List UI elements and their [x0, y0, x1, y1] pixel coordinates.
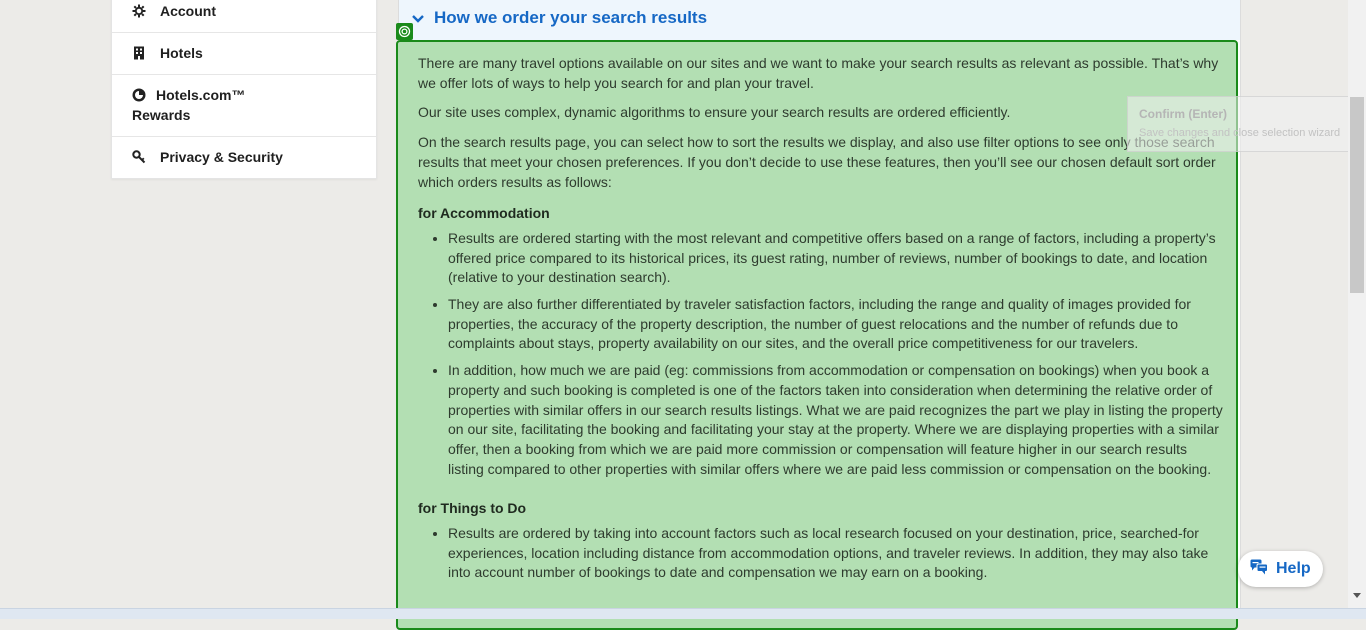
building-icon — [132, 46, 146, 60]
browser-bottom-strip — [0, 608, 1366, 619]
scroll-down-icon[interactable] — [1352, 591, 1362, 601]
sidebar-item-label: Account — [160, 3, 216, 19]
rewards-icon — [132, 88, 146, 102]
chevron-down-icon[interactable] — [411, 12, 425, 26]
sidebar-item-rewards[interactable]: Hotels.com™ Rewards — [112, 74, 376, 136]
section-header[interactable]: How we order your search results — [399, 0, 1240, 40]
list-item: Results are ordered starting with the mo… — [448, 229, 1224, 288]
chat-icon — [1250, 559, 1268, 580]
sidebar-item-label-line2: Rewards — [132, 107, 191, 123]
section-content: There are many travel options available … — [418, 54, 1224, 593]
page-scrollbar[interactable] — [1348, 0, 1366, 618]
sidebar-item-label: Privacy & Security — [160, 149, 283, 165]
scroll-thumb[interactable] — [1350, 97, 1364, 293]
paragraph: Our site uses complex, dynamic algorithm… — [418, 104, 1011, 121]
paragraph: There are many travel options available … — [418, 55, 1219, 91]
list-item: Results are ordered by taking into accou… — [448, 524, 1224, 583]
sidebar-item-label: Hotels — [160, 45, 203, 61]
sidebar-item-label: Hotels.com™ — [156, 87, 246, 103]
paragraph: On the search results page, you can sele… — [418, 134, 1216, 190]
target-icon[interactable] — [396, 23, 413, 40]
accommodation-heading: for Accommodation — [418, 205, 550, 222]
confirm-subtitle: Save changes and close selection wizard — [1139, 127, 1341, 139]
help-label: Help — [1276, 560, 1311, 577]
accommodation-list: Results are ordered starting with the mo… — [418, 229, 1224, 479]
sidebar-item-account[interactable]: Account — [112, 0, 376, 32]
list-item: They are also further differentiated by … — [448, 295, 1224, 354]
help-button[interactable]: Help — [1238, 551, 1323, 587]
sidebar-item-hotels[interactable]: Hotels — [112, 32, 376, 74]
gear-icon — [132, 4, 146, 18]
sidebar-item-privacy-security[interactable]: Privacy & Security — [112, 136, 376, 178]
confirm-title: Confirm (Enter) — [1139, 107, 1227, 121]
account-nav-card: Account Hotels Hotels.com™ Rewards Priva… — [111, 0, 377, 179]
key-icon — [132, 150, 146, 164]
things-to-do-list: Results are ordered by taking into accou… — [418, 524, 1224, 583]
confirm-tooltip[interactable]: Confirm (Enter) Save changes and close s… — [1127, 96, 1365, 152]
section-title: How we order your search results — [434, 8, 708, 27]
list-item: In addition, how much we are paid (eg: c… — [448, 361, 1224, 479]
things-to-do-heading: for Things to Do — [418, 500, 527, 517]
